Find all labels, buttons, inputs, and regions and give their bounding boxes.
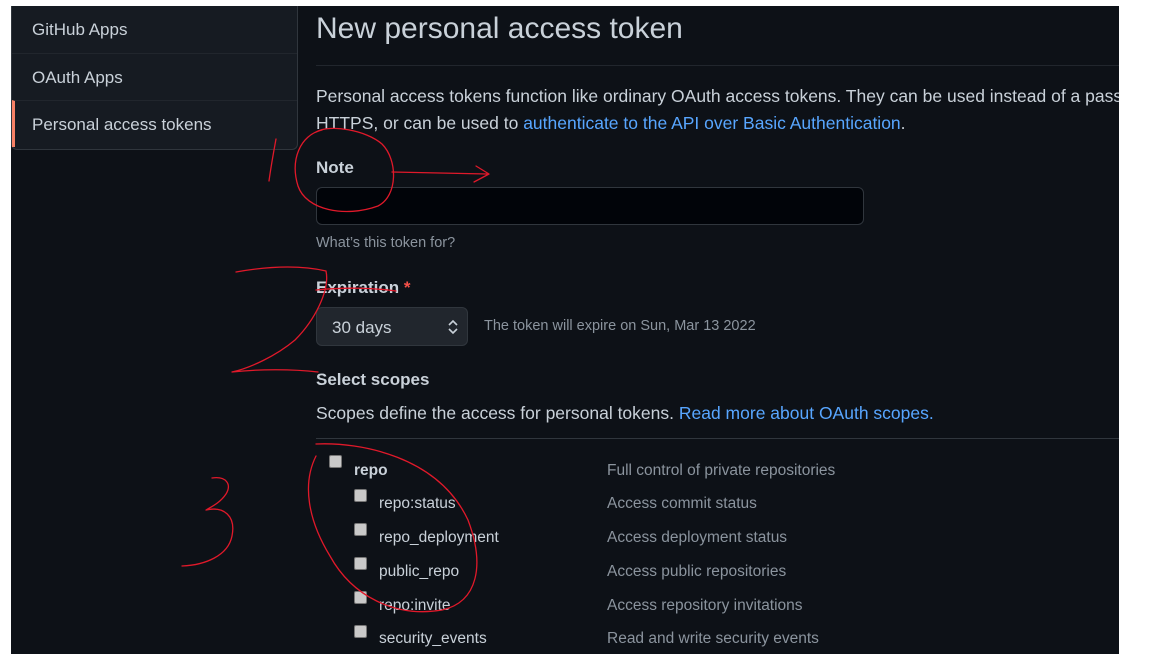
intro-line-1: Personal access tokens function like ord…	[316, 86, 1119, 107]
expiration-selected-value: 30 days	[332, 318, 392, 337]
scope-name: security_events	[379, 630, 487, 647]
scope-name: repo:invite	[379, 597, 451, 614]
scope-description: Full control of private repositories	[607, 462, 836, 479]
sidebar-item-personal-access-tokens[interactable]: Personal access tokens	[12, 100, 297, 147]
scopes-description-text: Scopes define the access for personal to…	[316, 403, 679, 423]
github-settings-page: GitHub Apps OAuth Apps Personal access t…	[11, 6, 1119, 654]
scope-checkbox-repo[interactable]	[329, 455, 342, 468]
scope-checkbox-repo-invite[interactable]	[354, 591, 367, 604]
sidebar-item-oauth-apps[interactable]: OAuth Apps	[12, 53, 297, 100]
intro-suffix: .	[900, 113, 906, 133]
sidebar-item-label: OAuth Apps	[32, 68, 123, 87]
scopes-label: Select scopes	[316, 370, 430, 389]
scope-description: Read and write security events	[607, 630, 819, 647]
note-input[interactable]	[316, 187, 864, 225]
basic-auth-link[interactable]: authenticate to the API over Basic Authe…	[523, 113, 900, 133]
scope-description: Access repository invitations	[607, 597, 803, 614]
select-arrows-icon	[448, 319, 458, 335]
settings-sidebar: GitHub Apps OAuth Apps Personal access t…	[11, 6, 298, 150]
expiration-select[interactable]: 30 days	[316, 307, 468, 346]
intro-text-2: HTTPS, or can be used to	[316, 113, 524, 133]
scopes-description: Scopes define the access for personal to…	[316, 403, 934, 424]
scope-description: Access deployment status	[607, 529, 788, 546]
sidebar-item-github-apps[interactable]: GitHub Apps	[12, 6, 297, 53]
scope-description: Access commit status	[607, 495, 757, 512]
scope-checkbox-public-repo[interactable]	[354, 557, 367, 570]
expiration-label: Expiration *	[316, 278, 410, 298]
intro-line-2: HTTPS, or can be used to authenticate to…	[316, 113, 906, 134]
note-hint: What’s this token for?	[316, 235, 456, 251]
sidebar-item-label: GitHub Apps	[32, 20, 128, 39]
note-label: Note	[316, 158, 354, 177]
required-marker: *	[403, 278, 411, 297]
scope-checkbox-repo-status[interactable]	[354, 489, 367, 502]
page-title: New personal access token	[316, 12, 683, 45]
sidebar-item-label: Personal access tokens	[32, 115, 212, 134]
scope-checkbox-repo-deployment[interactable]	[354, 523, 367, 536]
scope-name: repo	[354, 462, 388, 479]
scope-name: public_repo	[379, 563, 460, 580]
token-form: New personal access token Personal acces…	[316, 6, 1119, 654]
expiration-label-text: Expiration	[316, 278, 400, 297]
intro-text: Personal access tokens function like ord…	[316, 86, 1119, 106]
oauth-scopes-link[interactable]: Read more about OAuth scopes.	[679, 403, 934, 423]
title-divider	[316, 65, 1119, 66]
scope-checkbox-security-events[interactable]	[354, 625, 367, 638]
scope-name: repo:status	[379, 495, 456, 512]
scopes-table: repo Full control of private repositorie…	[316, 438, 1119, 654]
scope-description: Access public repositories	[607, 563, 787, 580]
scope-name: repo_deployment	[379, 529, 499, 546]
expiration-note: The token will expire on Sun, Mar 13 202…	[484, 318, 756, 334]
